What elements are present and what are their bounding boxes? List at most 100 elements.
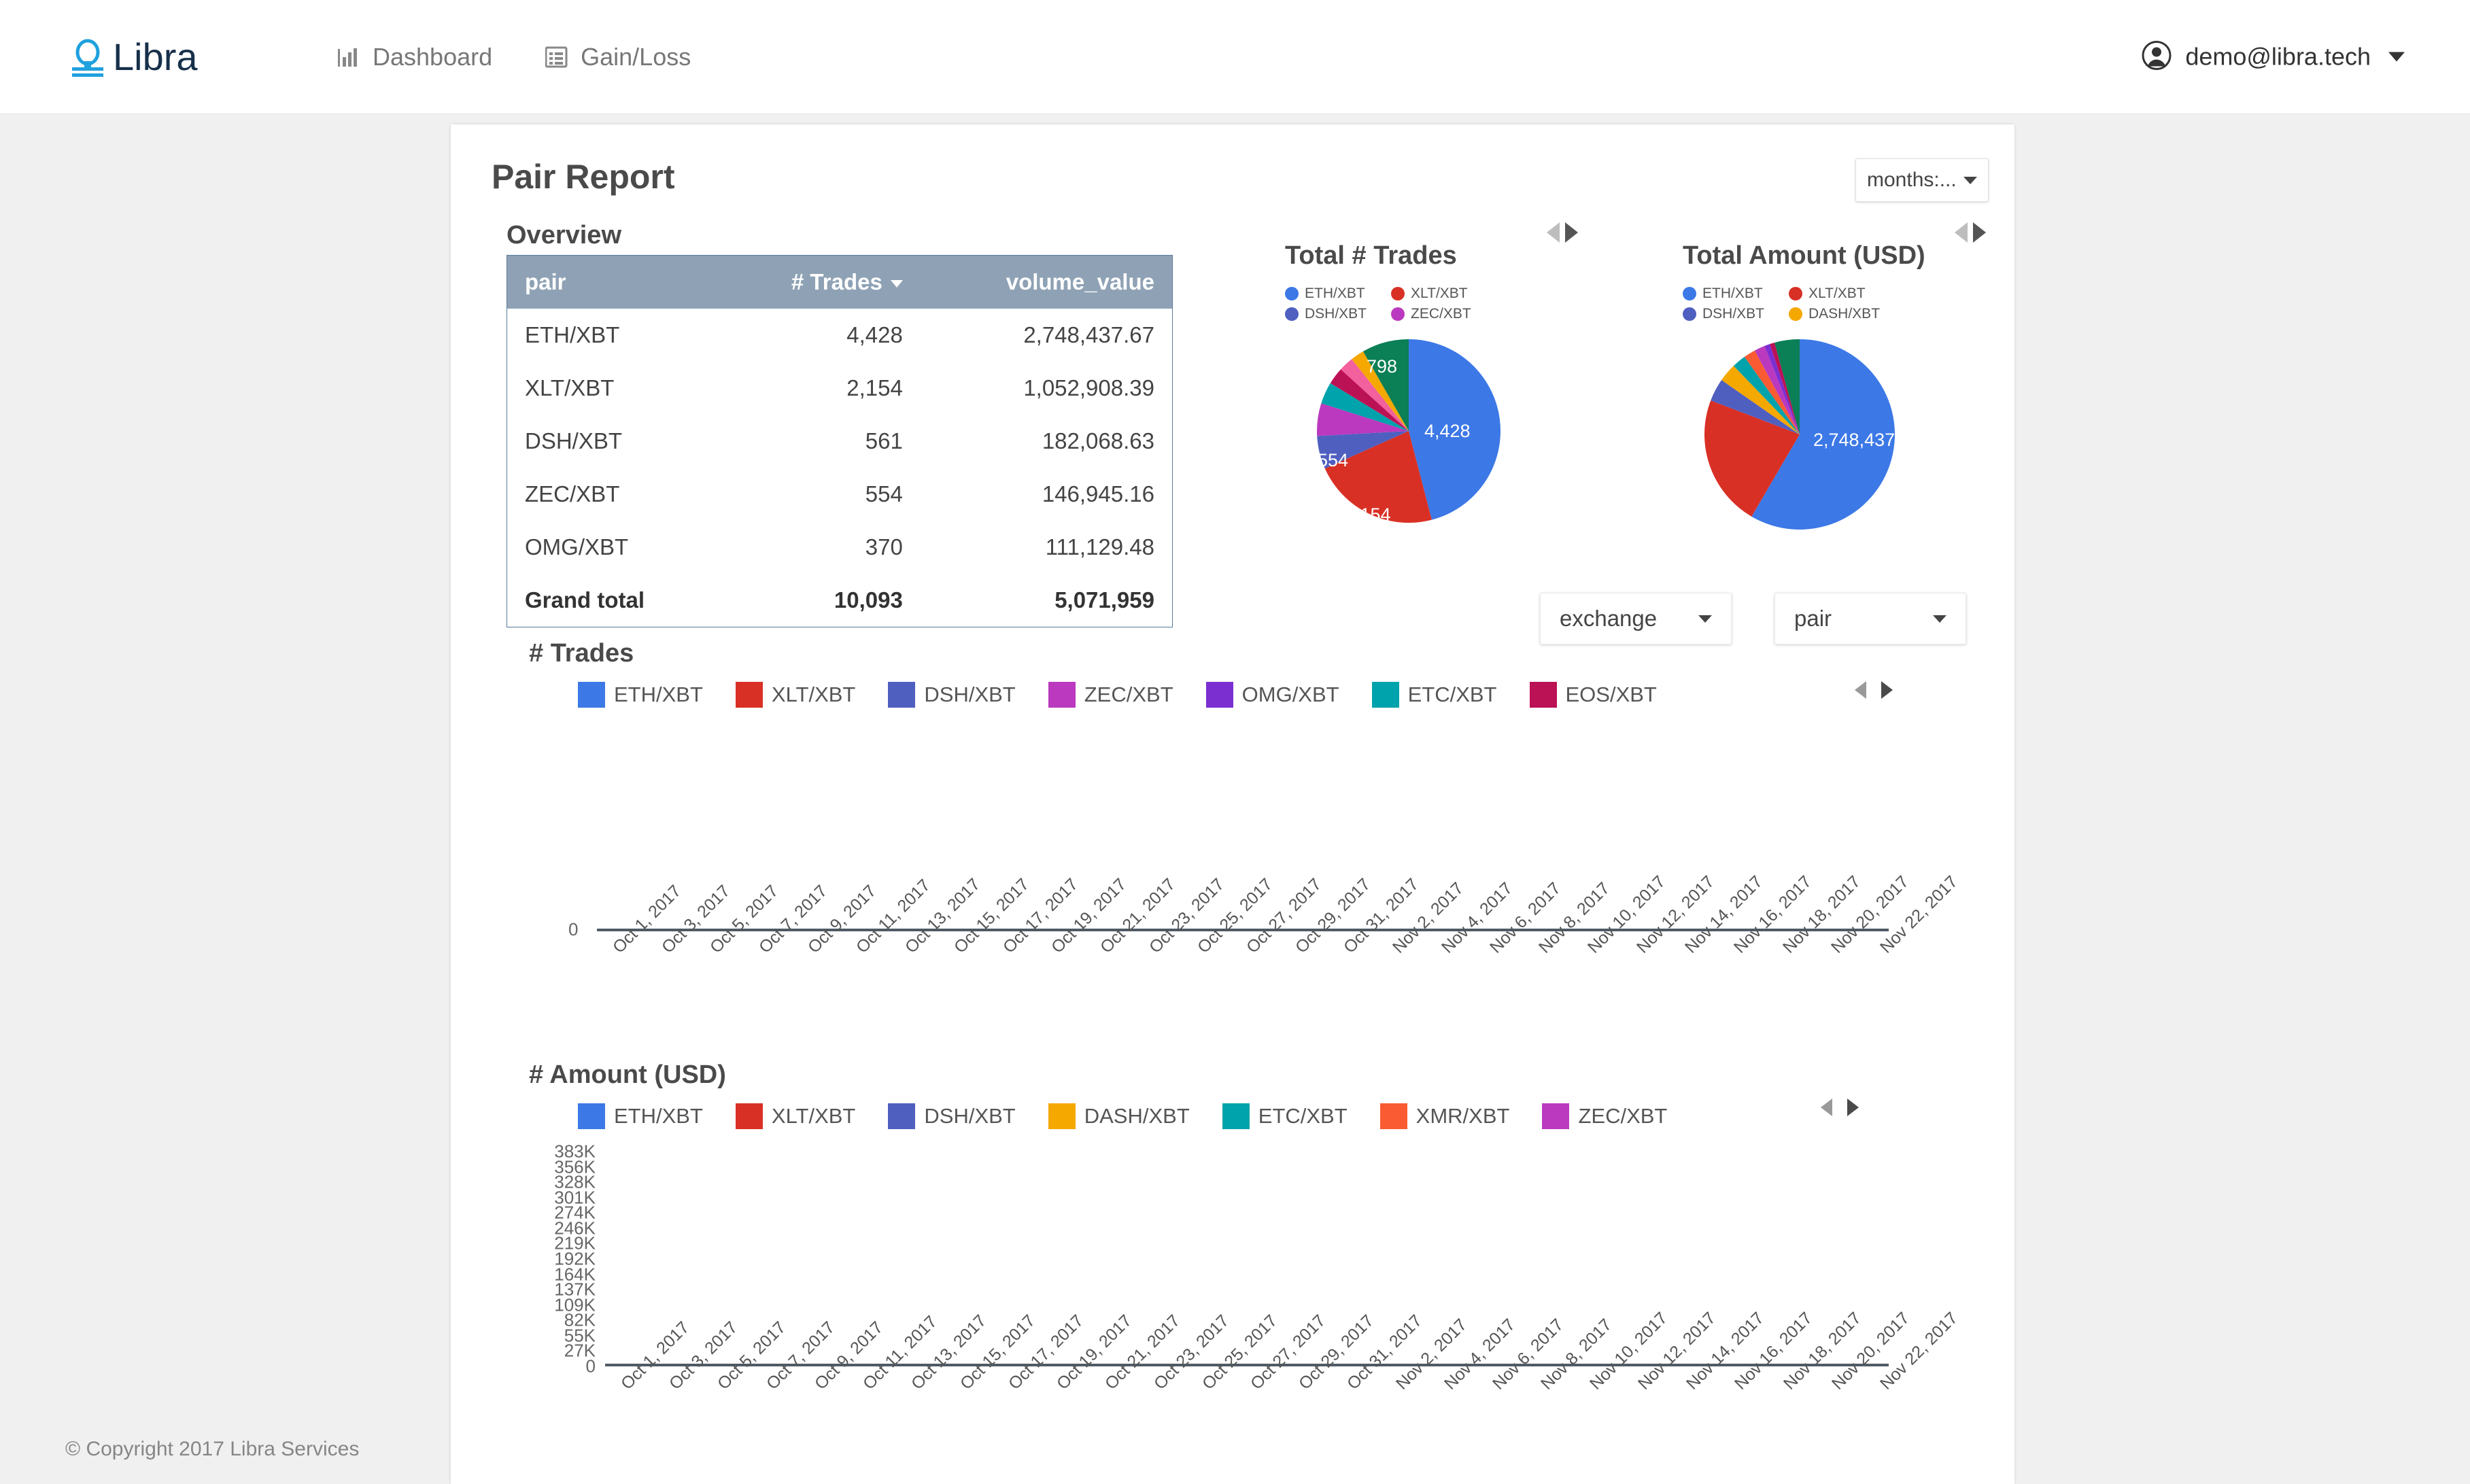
legend-item[interactable]: XLT/XBT (1789, 286, 1891, 302)
table-row[interactable]: OMG/XBT 370 111,129.48 (507, 521, 1173, 574)
legend-label: XLT/XBT (1411, 286, 1468, 301)
legend-item[interactable]: EOS/XBT (1529, 682, 1657, 708)
table-row[interactable]: ETH/XBT 4,428 2,748,437.67 (507, 309, 1173, 362)
cell-trades: 561 (719, 415, 921, 468)
cell-total-volume: 5,071,959 (920, 574, 1173, 627)
prev-arrow-icon[interactable] (1547, 222, 1560, 243)
cell-volume: 2,748,437.67 (920, 309, 1173, 362)
bar-chart-amount-title: # Amount (USD) (529, 1060, 726, 1089)
nav-item-gain-loss[interactable]: Gain/Loss (545, 43, 691, 71)
cell-volume: 146,945.16 (920, 468, 1173, 521)
pair-filter-value: pair (1794, 606, 1832, 631)
nav-item-dashboard[interactable]: Dashboard (337, 43, 492, 71)
legend-label: DSH/XBT (1305, 306, 1367, 322)
legend-item[interactable]: ETH/XBT (1285, 286, 1387, 302)
legend-item[interactable]: XLT/XBT (735, 1103, 855, 1129)
legend-swatch (1391, 307, 1405, 321)
legend-label: DSH/XBT (924, 1104, 1016, 1128)
legend-swatch (1048, 682, 1076, 708)
legend-label: ZEC/XBT (1578, 1104, 1668, 1128)
legend-item[interactable]: ZEC/XBT (1048, 682, 1173, 708)
legend-item[interactable]: ETH/XBT (1683, 286, 1785, 302)
footer-copyright: © Copyright 2017 Libra Services (65, 1438, 360, 1460)
primary-nav: Dashboard Gain/Loss (337, 43, 691, 71)
legend-item[interactable]: DSH/XBT (888, 682, 1016, 708)
legend-label: EOS/XBT (1565, 683, 1657, 706)
pie-nav-total-amount[interactable] (1955, 222, 1986, 243)
legend-label: ETH/XBT (614, 683, 703, 706)
legend-item[interactable]: ETC/XBT (1371, 682, 1497, 708)
cell-volume: 182,068.63 (920, 415, 1173, 468)
table-row[interactable]: XLT/XBT 2,154 1,052,908.39 (507, 362, 1173, 415)
pie-canvas-total-trades[interactable]: 4,428 2,154 554 798 (1285, 329, 1530, 540)
cell-volume: 111,129.48 (920, 521, 1173, 574)
column-header-trades[interactable]: # Trades (719, 255, 921, 309)
next-arrow-icon[interactable] (1847, 1099, 1859, 1116)
pie-slice-label: 798 (1367, 356, 1398, 377)
legend-item[interactable]: XMR/XBT (1379, 1103, 1509, 1129)
bar-chart-trades: # Trades ETH/XBT XLT/XBT DSH/XBT ZEC/XBT OMG… (529, 639, 1961, 957)
libra-logo-icon (67, 36, 109, 78)
prev-arrow-icon[interactable] (1821, 1099, 1832, 1116)
legend-item[interactable]: XLT/XBT (735, 682, 856, 708)
pie-canvas-total-amount[interactable]: 2,748,437.67 (1683, 329, 1927, 540)
legend-label: ZEC/XBT (1084, 683, 1173, 706)
pair-filter-select[interactable]: pair (1774, 593, 1966, 644)
legend-item[interactable]: OMG/XBT (1205, 682, 1339, 708)
months-filter-value: months:... (1867, 169, 1957, 191)
legend-item[interactable]: DSH/XBT (888, 1103, 1016, 1129)
exchange-filter-select[interactable]: exchange (1540, 593, 1732, 644)
brand-logo-link[interactable]: Libra (67, 36, 249, 78)
legend-item[interactable]: DSH/XBT (1683, 306, 1785, 322)
prev-arrow-icon[interactable] (1855, 681, 1866, 699)
legend-swatch (1683, 287, 1696, 300)
legend-label: ETH/XBT (614, 1104, 703, 1128)
pie-chart-total-amount-title: Total Amount (USD) (1683, 241, 1925, 270)
legend-swatch (578, 1103, 605, 1129)
table-row[interactable]: DSH/XBT 561 182,068.63 (507, 415, 1173, 468)
legend-swatch (1222, 1103, 1250, 1129)
exchange-filter-value: exchange (1560, 606, 1658, 631)
column-header-pair[interactable]: pair (507, 255, 720, 309)
account-circle-icon (2142, 40, 2172, 73)
legend-swatch (1285, 287, 1299, 300)
legend-swatch (1542, 1103, 1570, 1129)
legend-swatch (1789, 307, 1802, 321)
legend-item[interactable]: ETC/XBT (1222, 1103, 1348, 1129)
cell-trades: 2,154 (719, 362, 921, 415)
table-header-row: pair # Trades volume_value (507, 255, 1173, 309)
table-total-row: Grand total 10,093 5,071,959 (507, 574, 1173, 627)
legend-item[interactable]: ZEC/XBT (1391, 306, 1493, 322)
legend-item[interactable]: DASH/XBT (1789, 306, 1891, 322)
legend-label: DASH/XBT (1808, 306, 1881, 322)
next-arrow-icon[interactable] (1565, 222, 1578, 243)
next-arrow-icon[interactable] (1881, 681, 1893, 699)
column-header-volume[interactable]: volume_value (920, 255, 1173, 309)
user-menu[interactable]: demo@libra.tech (2142, 40, 2405, 73)
cell-total-label: Grand total (507, 574, 720, 627)
legend-item[interactable]: ZEC/XBT (1542, 1103, 1667, 1129)
pie-slice-label: 4,428 (1424, 421, 1471, 441)
bar-chart-amount: # Amount (USD) ETH/XBT XLT/XBT DSH/XBT DASH… (529, 1060, 1961, 1394)
next-arrow-icon[interactable] (1973, 222, 1986, 243)
nav-item-dashboard-label: Dashboard (373, 42, 493, 71)
legend-item[interactable]: XLT/XBT (1391, 286, 1493, 302)
bar-chart-amount-y-labels: 383K 356K 328K 301K 274K 246K 219K 192K 164K 137K… (529, 1141, 596, 1377)
pie-nav-total-trades[interactable] (1547, 222, 1578, 243)
legend-item[interactable]: ETH/XBT (578, 1103, 703, 1129)
legend-swatch (1529, 682, 1557, 708)
chevron-down-icon (1963, 176, 1977, 184)
bar-chart-amount-nav[interactable] (1821, 1099, 1859, 1116)
months-filter-select[interactable]: months:... (1855, 158, 1989, 202)
legend-item[interactable]: DSH/XBT (1285, 306, 1387, 322)
table-row[interactable]: ZEC/XBT 554 146,945.16 (507, 468, 1173, 521)
legend-label: XLT/XBT (771, 683, 856, 706)
legend-item[interactable]: DASH/XBT (1048, 1103, 1190, 1129)
prev-arrow-icon[interactable] (1955, 222, 1968, 243)
legend-item[interactable]: ETH/XBT (578, 682, 703, 708)
bar-chart-icon (337, 46, 360, 68)
legend-label: ETH/XBT (1702, 286, 1763, 301)
legend-label: DASH/XBT (1084, 1104, 1190, 1128)
bar-chart-trades-nav[interactable] (1855, 681, 1893, 699)
pie-legend-total-amount: ETH/XBT XLT/XBT DSH/XBT DASH/XBT (1683, 286, 1927, 322)
